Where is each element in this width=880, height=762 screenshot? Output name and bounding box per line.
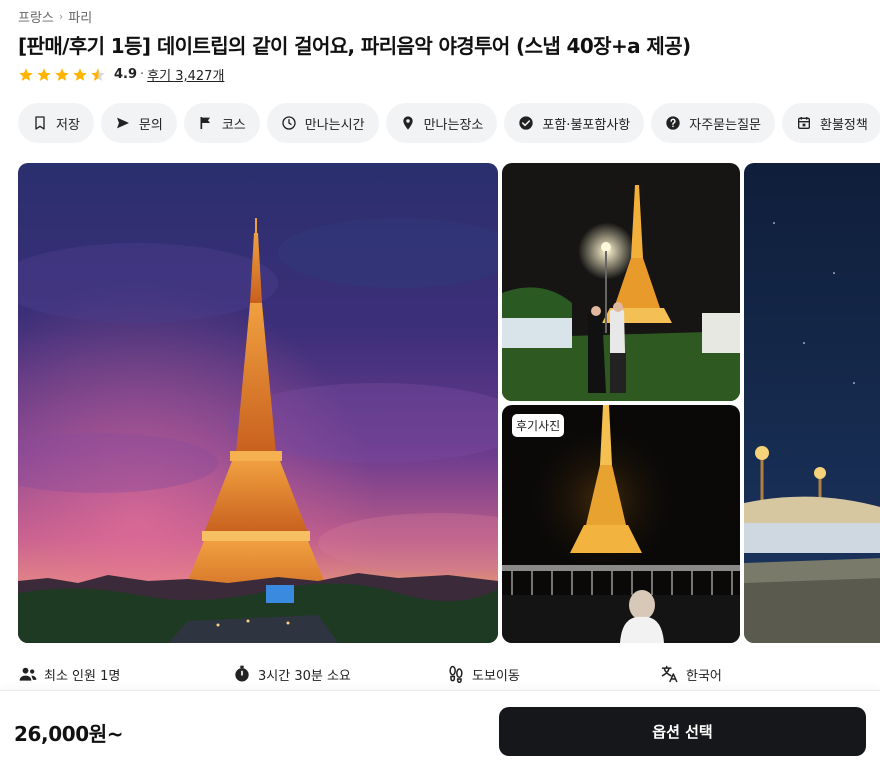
star-icon: [19, 67, 33, 81]
photo-gallery: 후기사진: [18, 163, 880, 643]
flag-icon: [200, 117, 210, 129]
stopwatch-icon: [235, 665, 249, 682]
chip-meeting-time[interactable]: 만나는시간: [266, 103, 379, 143]
chip-label: 코스: [221, 117, 246, 133]
price: 26,000원~: [14, 722, 124, 746]
page-title: [판매/후기 1등] 데이트립의 같이 걸어요, 파리음악 야경투어 (스냅 4…: [18, 34, 691, 58]
chip-course[interactable]: 코스: [183, 103, 260, 143]
section-chip-bar: 저장 문의 코스 만나는시간 만나는장소 포함·불포함사항 자주묻는질문 환불정…: [18, 103, 880, 143]
breadcrumb: 프랑스 › 파리: [18, 7, 92, 26]
rating-separator: ·: [140, 67, 145, 82]
star-half-icon: [91, 67, 105, 81]
info-label: 최소 인원 1명: [44, 668, 121, 684]
chip-inquiry[interactable]: 문의: [100, 103, 177, 143]
review-photo[interactable]: 후기사진: [502, 405, 740, 643]
info-label: 한국어: [686, 668, 722, 684]
send-icon: [116, 117, 129, 129]
chip-save[interactable]: 저장: [18, 103, 94, 143]
bookmark-icon: [35, 116, 45, 130]
chip-refund-policy[interactable]: 환불정책: [782, 103, 880, 143]
couple-photo[interactable]: [502, 163, 740, 401]
chip-label: 문의: [138, 117, 163, 133]
chip-label: 자주묻는질문: [689, 117, 762, 133]
calendar-x-icon: [798, 117, 811, 129]
chip-inclusions[interactable]: 포함·불포함사항: [504, 103, 645, 143]
breadcrumb-item-country[interactable]: 프랑스: [18, 7, 54, 26]
star-icon: [55, 67, 69, 81]
breadcrumb-item-city[interactable]: 파리: [68, 7, 92, 26]
info-duration: 3시간 30분 소요: [232, 664, 351, 684]
chip-meeting-place[interactable]: 만나는장소: [385, 103, 498, 143]
info-label: 도보이동: [472, 668, 520, 684]
review-photo-badge: 후기사진: [512, 414, 565, 437]
chip-faq[interactable]: 자주묻는질문: [651, 103, 776, 143]
star-rating: [18, 67, 108, 83]
info-label: 3시간 30분 소요: [258, 668, 351, 684]
chip-label: 포함·불포함사항: [542, 117, 631, 133]
rating-score: 4.9: [114, 67, 138, 82]
chip-label: 만나는장소: [423, 117, 484, 133]
rating-row: 4.9 · 후기 3,427개: [18, 65, 224, 84]
people-icon: [19, 667, 37, 681]
chip-label: 만나는시간: [304, 117, 365, 133]
main-photo[interactable]: [18, 163, 498, 643]
translate-icon: [661, 665, 678, 683]
eiffel-tower-dusk-photo: [18, 163, 498, 643]
eiffel-night-review-photo: [502, 405, 740, 643]
purchase-bar: 26,000원~ 옵션 선택: [0, 690, 880, 762]
chevron-right-icon: ›: [58, 10, 64, 23]
check-circle-icon: [519, 116, 534, 130]
info-min-people: 최소 인원 1명: [18, 664, 120, 684]
couple-eiffel-night-photo: [502, 163, 740, 401]
bridge-photo[interactable]: [744, 163, 880, 643]
tour-info-row: 최소 인원 1명 3시간 30분 소요 도보이동 한국어: [18, 664, 880, 688]
review-count-link[interactable]: 후기 3,427개: [147, 65, 224, 84]
star-icon: [73, 67, 87, 81]
question-circle-icon: [666, 116, 680, 130]
bridge-night-photo: [744, 163, 880, 643]
clock-icon: [282, 116, 296, 130]
location-pin-icon: [402, 116, 413, 130]
footprints-icon: [449, 665, 463, 684]
select-option-button[interactable]: 옵션 선택: [499, 707, 866, 756]
chip-label: 환불정책: [820, 117, 868, 133]
info-language: 한국어: [660, 664, 722, 684]
chip-label: 저장: [56, 117, 80, 133]
info-transport: 도보이동: [446, 664, 520, 684]
star-icon: [37, 67, 51, 81]
